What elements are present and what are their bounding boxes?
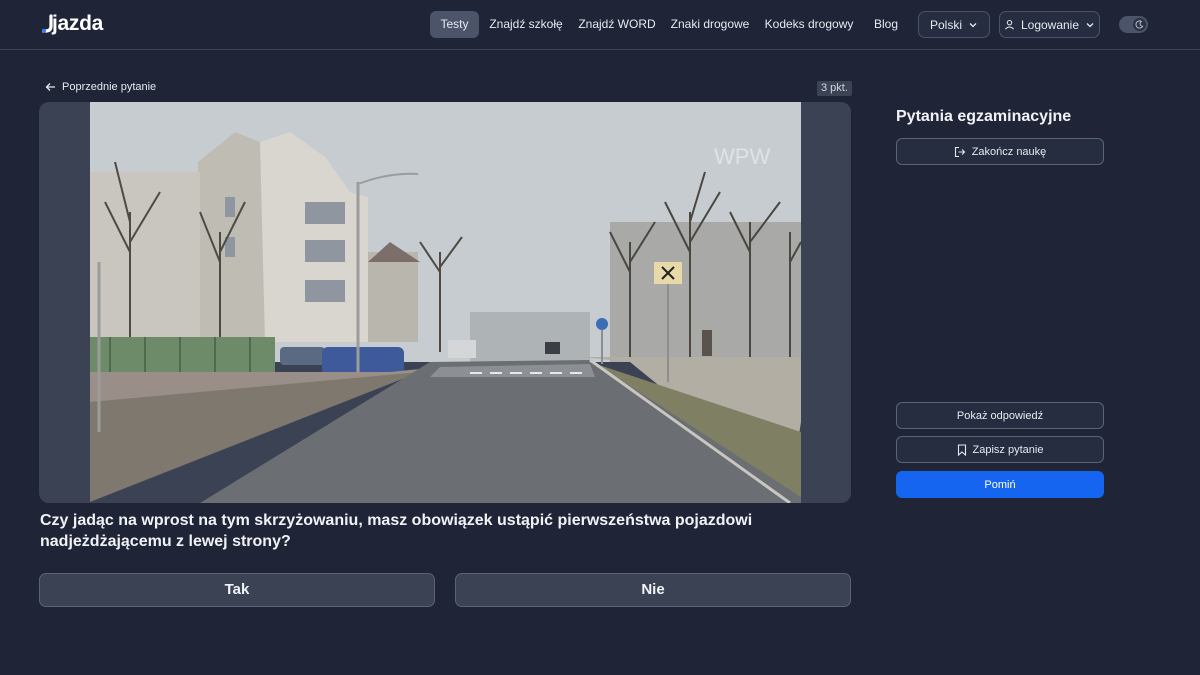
media-watermark: WPW bbox=[714, 144, 770, 169]
points-badge: 3 pkt. bbox=[817, 81, 852, 96]
skip-label: Pomiń bbox=[984, 478, 1016, 491]
nav-blog[interactable]: Blog bbox=[868, 11, 904, 38]
answer-yes-button[interactable]: Tak bbox=[39, 573, 435, 607]
show-answer-label: Pokaż odpowiedź bbox=[956, 409, 1044, 422]
previous-question-link[interactable]: Poprzednie pytanie bbox=[45, 81, 156, 93]
chevron-down-icon bbox=[1086, 22, 1094, 27]
question-media: WPW bbox=[39, 102, 851, 503]
nav-znaki-drogowe[interactable]: Znaki drogowe bbox=[668, 11, 752, 38]
user-icon bbox=[1004, 19, 1014, 30]
nav-znajdz-szkole[interactable]: Znajdź szkołę bbox=[488, 11, 564, 38]
arrow-left-icon bbox=[45, 83, 55, 91]
road-scene-image: WPW bbox=[90, 102, 801, 503]
skip-button[interactable]: Pomiń bbox=[896, 471, 1104, 498]
finish-learning-label: Zakończ naukę bbox=[971, 145, 1047, 158]
theme-toggle[interactable] bbox=[1119, 16, 1148, 33]
save-question-label: Zapisz pytanie bbox=[972, 443, 1044, 456]
top-navbar: jazda Testy Znajdź szkołę Znajdź WORD Zn… bbox=[0, 0, 1200, 50]
logo-text: jazda bbox=[52, 12, 104, 35]
sidebar-title: Pytania egzaminacyjne bbox=[896, 108, 1072, 125]
login-button[interactable]: Logowanie bbox=[999, 11, 1100, 38]
answer-no-button[interactable]: Nie bbox=[455, 573, 851, 607]
moon-icon bbox=[1133, 18, 1146, 31]
login-label: Logowanie bbox=[1020, 17, 1080, 32]
nav-testy[interactable]: Testy bbox=[430, 11, 479, 38]
logo-mark-icon bbox=[42, 14, 53, 33]
logout-icon bbox=[954, 146, 965, 157]
language-select[interactable]: Polski bbox=[918, 11, 990, 38]
nav-kodeks-drogowy[interactable]: Kodeks drogowy bbox=[764, 11, 854, 38]
finish-learning-button[interactable]: Zakończ naukę bbox=[896, 138, 1104, 165]
logo[interactable]: jazda bbox=[42, 12, 103, 36]
nav-znajdz-word[interactable]: Znajdź WORD bbox=[578, 11, 656, 38]
chevron-down-icon bbox=[969, 22, 977, 27]
previous-question-label: Poprzednie pytanie bbox=[62, 81, 157, 93]
show-answer-button[interactable]: Pokaż odpowiedź bbox=[896, 402, 1104, 429]
language-label: Polski bbox=[929, 17, 962, 32]
question-text: Czy jadąc na wprost na tym skrzyżowaniu,… bbox=[40, 512, 753, 550]
save-question-button[interactable]: Zapisz pytanie bbox=[896, 436, 1104, 463]
bookmark-icon bbox=[957, 443, 966, 456]
